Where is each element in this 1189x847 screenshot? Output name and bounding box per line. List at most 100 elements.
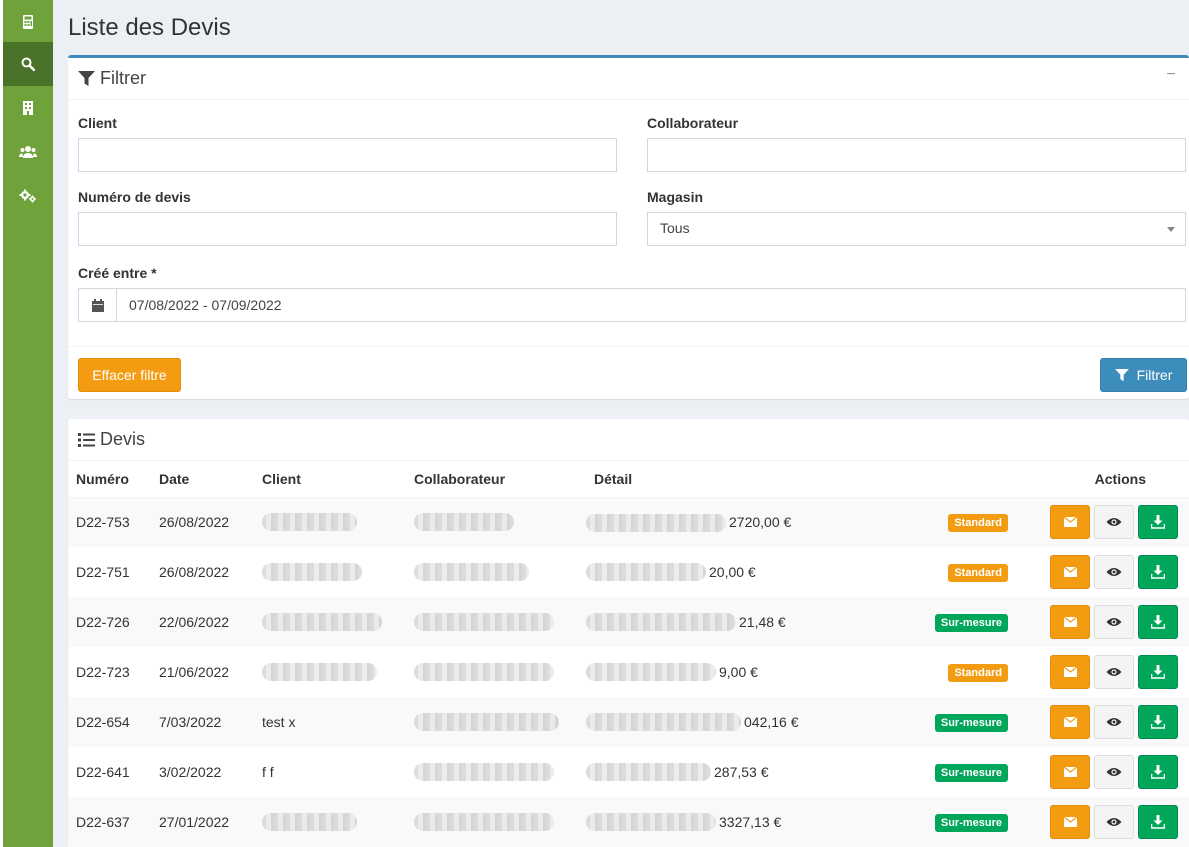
devis-table-body: D22-753 26/08/2022 2720,00 € Standard D2… <box>68 497 1189 847</box>
client-name: test x <box>262 714 296 730</box>
download-button[interactable] <box>1138 605 1178 639</box>
detail-amount: 042,16 € <box>744 714 799 730</box>
cell-numero: D22-723 <box>76 664 130 680</box>
download-button[interactable] <box>1138 805 1178 839</box>
column-header-client[interactable]: Client <box>254 461 406 498</box>
email-button[interactable] <box>1050 555 1090 589</box>
column-header-numero[interactable]: Numéro <box>68 461 151 498</box>
column-header-date[interactable]: Date <box>151 461 254 498</box>
view-button[interactable] <box>1094 755 1134 789</box>
email-button[interactable] <box>1050 655 1090 689</box>
cell-collaborateur <box>406 697 586 747</box>
eye-icon <box>1106 718 1122 726</box>
email-button[interactable] <box>1050 605 1090 639</box>
collaborateur-input[interactable] <box>647 138 1186 172</box>
filter-button[interactable]: Filtrer <box>1100 358 1187 392</box>
numero-devis-input[interactable] <box>78 212 617 246</box>
view-button[interactable] <box>1094 605 1134 639</box>
cell-detail: 9,00 € <box>586 647 886 697</box>
client-input[interactable] <box>78 138 617 172</box>
column-header-collaborateur[interactable]: Collaborateur <box>406 461 586 498</box>
table-row[interactable]: D22-751 26/08/2022 20,00 € Standard <box>68 547 1189 597</box>
date-addon[interactable] <box>79 289 117 321</box>
date-range-field[interactable]: 07/08/2022 - 07/09/2022 <box>78 288 1186 322</box>
cell-collaborateur <box>406 747 586 797</box>
download-button[interactable] <box>1138 555 1178 589</box>
cell-client <box>254 547 406 597</box>
sidebar-item-calculator[interactable] <box>3 0 53 44</box>
envelope-icon <box>1063 667 1077 677</box>
table-row[interactable]: D22-726 22/06/2022 21,48 € Sur-mesure <box>68 597 1189 647</box>
detail-amount: 2720,00 € <box>729 514 792 531</box>
magasin-label: Magasin <box>647 189 704 205</box>
cell-type: Standard <box>886 497 1016 547</box>
cell-detail: 2720,00 € <box>586 497 886 547</box>
list-icon <box>78 432 95 447</box>
cell-actions <box>1016 797 1189 847</box>
magasin-selected-value: Tous <box>660 220 690 236</box>
redacted-client <box>262 563 362 582</box>
cell-collaborateur <box>406 597 586 647</box>
cell-actions <box>1016 547 1189 597</box>
cell-actions <box>1016 747 1189 797</box>
cell-numero: D22-753 <box>76 514 130 531</box>
view-button[interactable] <box>1094 805 1134 839</box>
magasin-select[interactable]: Tous <box>647 212 1186 246</box>
cogs-icon <box>19 189 36 203</box>
cell-type: Standard <box>886 647 1016 697</box>
email-button[interactable] <box>1050 505 1090 540</box>
email-button[interactable] <box>1050 705 1090 739</box>
cell-numero: D22-637 <box>76 814 130 830</box>
table-row[interactable]: D22-723 21/06/2022 9,00 € Standard <box>68 647 1189 697</box>
table-row[interactable]: D22-654 7/03/2022 test x 042,16 € Sur-me… <box>68 697 1189 747</box>
envelope-icon <box>1063 567 1077 577</box>
cell-type: Sur-mesure <box>886 597 1016 647</box>
cell-date: 21/06/2022 <box>159 664 230 680</box>
download-button[interactable] <box>1138 705 1178 739</box>
download-button[interactable] <box>1138 755 1178 789</box>
view-button[interactable] <box>1094 555 1134 589</box>
filter-box-title: Filtrer <box>100 68 146 88</box>
eye-icon <box>1106 668 1122 676</box>
cell-type: Sur-mesure <box>886 697 1016 747</box>
view-button[interactable] <box>1094 705 1134 739</box>
detail-amount: 287,53 € <box>714 764 769 780</box>
cell-type: Standard <box>886 547 1016 597</box>
download-button[interactable] <box>1138 655 1178 689</box>
eye-icon <box>1106 568 1122 576</box>
sidebar-item-settings[interactable] <box>3 174 53 218</box>
column-header-detail[interactable]: Détail <box>586 461 886 498</box>
email-button[interactable] <box>1050 755 1090 789</box>
cell-date: 26/08/2022 <box>159 514 230 531</box>
filter-box-footer: Effacer filtre Filtrer <box>68 346 1189 402</box>
date-range-value[interactable]: 07/08/2022 - 07/09/2022 <box>117 289 1185 321</box>
type-badge: Sur-mesure <box>934 813 1008 832</box>
cell-detail: 287,53 € <box>586 747 886 797</box>
sidebar-item-search[interactable] <box>3 42 53 86</box>
table-row[interactable]: D22-641 3/02/2022 f f 287,53 € Sur-mesur… <box>68 747 1189 797</box>
redacted-detail <box>586 813 716 831</box>
download-icon <box>1151 615 1165 629</box>
eye-icon <box>1106 618 1122 626</box>
table-header-row: Numéro Date Client Collaborateur Détail … <box>68 461 1189 498</box>
filter-button-label: Filtrer <box>1136 367 1173 383</box>
type-badge: Standard <box>948 563 1008 582</box>
table-row[interactable]: D22-753 26/08/2022 2720,00 € Standard <box>68 497 1189 547</box>
view-button[interactable] <box>1094 505 1134 540</box>
clear-filter-button[interactable]: Effacer filtre <box>78 358 181 392</box>
sidebar-item-building[interactable] <box>3 86 53 130</box>
collapse-button[interactable]: − <box>1163 66 1179 86</box>
cell-client <box>254 497 406 547</box>
table-row[interactable]: D22-637 27/01/2022 3327,13 € Sur-mesure <box>68 797 1189 847</box>
download-button[interactable] <box>1138 505 1178 540</box>
download-icon <box>1151 665 1165 679</box>
sidebar-item-users[interactable] <box>3 130 53 174</box>
email-button[interactable] <box>1050 805 1090 839</box>
detail-amount: 9,00 € <box>719 664 758 680</box>
type-badge: Sur-mesure <box>934 763 1008 782</box>
cell-date: 7/03/2022 <box>159 714 222 730</box>
devis-table: Numéro Date Client Collaborateur Détail … <box>68 461 1189 847</box>
envelope-icon <box>1063 767 1077 777</box>
detail-amount: 21,48 € <box>739 614 786 630</box>
view-button[interactable] <box>1094 655 1134 689</box>
